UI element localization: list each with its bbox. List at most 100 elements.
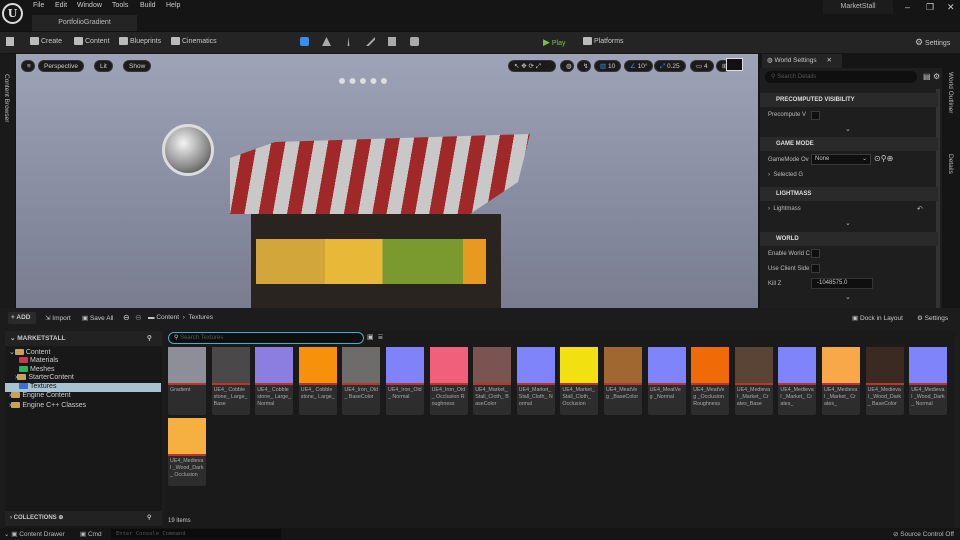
details-settings-icon[interactable]: ⚙ — [933, 72, 940, 81]
asset-tile[interactable]: UE4_ Cobblestone_ Large_ — [298, 347, 337, 415]
browse-icons[interactable]: ⊙⚲⊕ — [874, 154, 893, 163]
restore-button[interactable]: ❐ — [926, 2, 934, 13]
transform-tools[interactable]: ↖ ✥ ⟳ ⤢ — [508, 60, 556, 72]
camera-speed-button[interactable]: ▭ 4 — [690, 60, 714, 72]
section-lightmass[interactable]: LIGHTMASS — [760, 187, 938, 201]
details-tab[interactable]: Details — [947, 154, 954, 174]
asset-tile[interactable]: UE4_MeatVeg _Normal — [647, 347, 686, 415]
modeling-mode-icon[interactable] — [410, 37, 419, 46]
rotation-snap-button[interactable]: ∠ 10° — [624, 60, 654, 72]
world-settings-tab[interactable]: ◍ World Settings ✕ — [762, 54, 842, 68]
dock-in-layout-button[interactable]: ▣ Dock in Layout — [852, 314, 903, 322]
tree-item-materials[interactable]: Materials — [19, 357, 58, 364]
console-input[interactable]: Enter Console Command — [111, 529, 281, 539]
reset-icon[interactable]: ↶ — [917, 205, 923, 213]
source-control-button[interactable]: ⊘ Source Control Off — [893, 530, 954, 538]
asset-tile[interactable]: UE4_Iron_Old_ Occlusion Roughness — [429, 347, 468, 415]
level-viewport[interactable] — [16, 54, 758, 308]
tree-item-engine-classes[interactable]: › Engine C++ Classes — [9, 402, 86, 409]
save-search-icon[interactable]: ▣ — [367, 333, 374, 341]
expand-chevron-icon[interactable]: ⌄ — [845, 219, 851, 227]
tree-item-startercontent[interactable]: › StarterContent — [15, 374, 74, 381]
lit-button[interactable]: Lit — [94, 60, 113, 72]
table-view-icon[interactable]: ▤ — [923, 72, 931, 81]
platforms-button[interactable]: Platforms — [583, 37, 624, 45]
world-local-icon[interactable]: ◍ — [560, 60, 574, 72]
collections-header[interactable]: › COLLECTIONS ⊕ ⚲ — [5, 511, 162, 526]
fracture-mode-icon[interactable] — [388, 37, 396, 46]
asset-tile[interactable]: UE4_Iron_Old_ BaseColor — [342, 347, 381, 415]
asset-tile[interactable]: UE4_Medieval _Wood_Dark_ Normal — [909, 347, 948, 415]
grid-snap-button[interactable]: ▥ 10 — [594, 60, 622, 72]
save-all-button[interactable]: ▣ Save All — [82, 314, 113, 322]
asset-tile[interactable]: UE4_ Cobblestone_ Large_Normal — [255, 347, 294, 415]
document-tab[interactable]: PortfolioGradient — [32, 15, 137, 31]
save-icon[interactable] — [6, 37, 14, 46]
breadcrumb-content[interactable]: Content — [156, 314, 179, 321]
expand-chevron-icon[interactable]: ⌄ — [845, 125, 851, 133]
show-button[interactable]: Show — [123, 60, 152, 72]
import-button[interactable]: ⇲ Import — [45, 314, 71, 322]
section-world[interactable]: WORLD — [760, 232, 938, 246]
content-browser-tab[interactable]: Content Browser — [3, 74, 10, 122]
menu-window[interactable]: Window — [77, 2, 102, 9]
killz-input[interactable]: -1048575.0 — [811, 278, 873, 289]
menu-help[interactable]: Help — [166, 2, 180, 9]
menu-edit[interactable]: Edit — [55, 2, 67, 9]
section-precomputed-visibility[interactable]: PRECOMPUTED VISIBILITY — [760, 93, 938, 107]
asset-tile[interactable]: UE4_Medieval _Market_ Crates_Base — [734, 347, 773, 415]
cmd-button[interactable]: ▣ Cmd — [80, 530, 102, 538]
asset-tile[interactable]: UE4_Medieval _Wood_Dark_ BaseColor — [865, 347, 904, 415]
asset-tile[interactable]: UE4_ Cobblestone_ Large_Base — [211, 347, 250, 415]
cb-settings-button[interactable]: ⚙ Settings — [917, 314, 948, 322]
asset-tile[interactable]: Gradient — [168, 347, 206, 415]
selected-gamemode-row[interactable]: › Selected G — [768, 172, 803, 178]
section-game-mode[interactable]: GAME MODE — [760, 137, 938, 151]
tree-item-content[interactable]: ⌄ Content — [9, 348, 50, 356]
content-drawer-button[interactable]: ⌄ ▣ Content Drawer — [4, 530, 65, 538]
filter-icon[interactable]: ⩸ — [378, 332, 383, 342]
viewport-menu-button[interactable]: ≡ — [21, 60, 35, 72]
precompute-checkbox[interactable] — [811, 111, 820, 120]
history-forward-icon[interactable]: ⊖ — [135, 313, 142, 322]
gamemode-dropdown[interactable]: None ⌄ — [811, 154, 871, 165]
select-mode-icon[interactable] — [300, 37, 309, 46]
content-button[interactable]: Content — [74, 37, 110, 45]
enable-world-checkbox[interactable] — [811, 249, 820, 258]
tree-item-meshes[interactable]: Meshes — [19, 366, 55, 373]
history-back-icon[interactable]: ⊖ — [123, 313, 130, 322]
search-icon[interactable]: ⚲ — [147, 511, 151, 526]
cinematics-button[interactable]: Cinematics — [171, 37, 217, 45]
add-collection-icon[interactable]: ⊕ — [58, 515, 63, 521]
search-icon[interactable]: ⚲ — [147, 331, 152, 346]
breadcrumb-textures[interactable]: Textures — [188, 314, 213, 321]
asset-tile[interactable]: UE4_Medieval _Market_ Crates_ — [778, 347, 817, 415]
close-button[interactable]: ✕ — [947, 2, 955, 13]
details-search-input[interactable]: ⚲ Search Details — [765, 71, 917, 83]
asset-tile[interactable]: UE4_Market_ Stall_Cloth_ BaseColor — [473, 347, 512, 415]
asset-tile[interactable]: UE4_Iron_Old_ Normal — [386, 347, 424, 415]
asset-tile[interactable]: UE4_Medieval _Market_ Crates_ — [822, 347, 860, 415]
add-button[interactable]: + ADD — [8, 312, 36, 324]
use-client-checkbox[interactable] — [811, 264, 820, 273]
asset-tile[interactable]: UE4_Medieval _Wood_Dark_ Occlusion — [168, 418, 206, 486]
minimize-button[interactable]: – — [905, 2, 910, 12]
play-button[interactable]: ▶ Play — [543, 37, 566, 48]
asset-tile[interactable]: UE4_Market_ Stall_Cloth_ Occlusion — [560, 347, 599, 415]
close-tab-icon[interactable]: ✕ — [826, 57, 831, 64]
create-button[interactable]: Create — [30, 37, 62, 45]
settings-button[interactable]: ⚙ Settings — [915, 37, 950, 48]
project-header[interactable]: ⌄ MARKETSTALL ⚲ — [5, 331, 162, 346]
lightmass-row[interactable]: › Lightmass — [768, 206, 801, 212]
perspective-button[interactable]: Perspective — [38, 60, 84, 72]
world-outliner-tab[interactable]: World Outliner — [947, 72, 954, 113]
tree-item-textures[interactable]: Textures — [19, 383, 56, 390]
scale-snap-button[interactable]: ⤢ 0.25 — [654, 60, 686, 72]
asset-tile[interactable]: UE4_Market_ Stall_Cloth_ Normal — [516, 347, 555, 415]
menu-file[interactable]: File — [33, 2, 44, 9]
menu-build[interactable]: Build — [140, 2, 156, 9]
search-textures-input[interactable]: ⚲ Search Textures — [168, 332, 364, 344]
unreal-logo-icon[interactable]: U — [2, 3, 23, 24]
expand-chevron-icon[interactable]: ⌄ — [845, 293, 851, 301]
blueprints-button[interactable]: Blueprints — [119, 37, 161, 45]
